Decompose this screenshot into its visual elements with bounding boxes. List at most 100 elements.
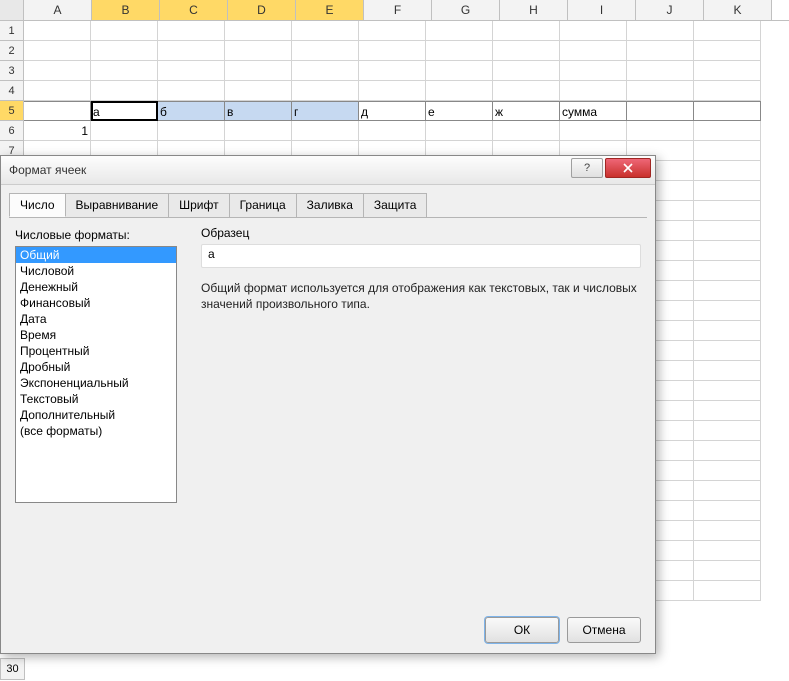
row-header-1[interactable]: 1 bbox=[0, 21, 24, 41]
cell-C5[interactable]: б bbox=[158, 101, 225, 121]
col-header-I[interactable]: I bbox=[568, 0, 636, 20]
cell[interactable] bbox=[694, 161, 761, 181]
cell[interactable] bbox=[426, 61, 493, 81]
cell[interactable] bbox=[694, 301, 761, 321]
cell[interactable] bbox=[24, 61, 91, 81]
cell[interactable] bbox=[292, 121, 359, 141]
cell[interactable] bbox=[560, 21, 627, 41]
col-header-D[interactable]: D bbox=[228, 0, 296, 20]
cell[interactable] bbox=[694, 501, 761, 521]
row-header-2[interactable]: 2 bbox=[0, 41, 24, 61]
cell[interactable] bbox=[694, 41, 761, 61]
cell[interactable] bbox=[359, 41, 426, 61]
cell[interactable] bbox=[359, 61, 426, 81]
cell[interactable] bbox=[627, 121, 694, 141]
cell[interactable] bbox=[225, 81, 292, 101]
list-item[interactable]: Дополнительный bbox=[16, 407, 176, 423]
cell[interactable] bbox=[694, 521, 761, 541]
cell[interactable] bbox=[225, 41, 292, 61]
cell[interactable] bbox=[225, 121, 292, 141]
cell[interactable] bbox=[426, 121, 493, 141]
cell[interactable] bbox=[91, 121, 158, 141]
col-header-J[interactable]: J bbox=[636, 0, 704, 20]
cell[interactable] bbox=[493, 41, 560, 61]
cell[interactable] bbox=[292, 21, 359, 41]
list-item[interactable]: (все форматы) bbox=[16, 423, 176, 439]
cell[interactable] bbox=[158, 21, 225, 41]
cell[interactable] bbox=[560, 41, 627, 61]
cell[interactable] bbox=[694, 81, 761, 101]
cell-A6[interactable]: 1 bbox=[24, 121, 91, 141]
cell[interactable] bbox=[627, 81, 694, 101]
col-header-K[interactable]: K bbox=[704, 0, 772, 20]
cell-B5[interactable]: а bbox=[91, 101, 158, 121]
row-header-30[interactable]: 30 bbox=[0, 658, 25, 680]
cell[interactable] bbox=[560, 81, 627, 101]
list-item[interactable]: Денежный bbox=[16, 279, 176, 295]
tab-number[interactable]: Число bbox=[9, 193, 66, 217]
cell-K5[interactable] bbox=[694, 101, 761, 121]
cell[interactable] bbox=[694, 541, 761, 561]
cell[interactable] bbox=[694, 21, 761, 41]
list-item[interactable]: Дата bbox=[16, 311, 176, 327]
cell[interactable] bbox=[694, 401, 761, 421]
cell-E5[interactable]: г bbox=[292, 101, 359, 121]
cell[interactable] bbox=[91, 41, 158, 61]
cell-G5[interactable]: е bbox=[426, 101, 493, 121]
cell[interactable] bbox=[24, 41, 91, 61]
cell[interactable] bbox=[493, 121, 560, 141]
cell[interactable] bbox=[225, 21, 292, 41]
cell[interactable] bbox=[158, 81, 225, 101]
cell[interactable] bbox=[426, 41, 493, 61]
cell[interactable] bbox=[694, 361, 761, 381]
row-header-5[interactable]: 5 bbox=[0, 101, 24, 121]
cell-F5[interactable]: д bbox=[359, 101, 426, 121]
cell[interactable] bbox=[24, 81, 91, 101]
cell[interactable] bbox=[91, 61, 158, 81]
list-item[interactable]: Время bbox=[16, 327, 176, 343]
list-item[interactable]: Финансовый bbox=[16, 295, 176, 311]
cell[interactable] bbox=[24, 21, 91, 41]
row-header-3[interactable]: 3 bbox=[0, 61, 24, 81]
cell[interactable] bbox=[225, 61, 292, 81]
list-item[interactable]: Общий bbox=[16, 247, 176, 263]
cell[interactable] bbox=[426, 81, 493, 101]
col-header-F[interactable]: F bbox=[364, 0, 432, 20]
cell[interactable] bbox=[694, 241, 761, 261]
list-item[interactable]: Процентный bbox=[16, 343, 176, 359]
cell[interactable] bbox=[694, 141, 761, 161]
cell[interactable] bbox=[694, 201, 761, 221]
cell[interactable] bbox=[359, 21, 426, 41]
cell[interactable] bbox=[694, 381, 761, 401]
select-all-corner[interactable] bbox=[0, 0, 24, 20]
tab-border[interactable]: Граница bbox=[229, 193, 297, 217]
cell[interactable] bbox=[627, 21, 694, 41]
cell[interactable] bbox=[694, 461, 761, 481]
cell[interactable] bbox=[560, 61, 627, 81]
cell[interactable] bbox=[493, 21, 560, 41]
cell[interactable] bbox=[292, 61, 359, 81]
col-header-C[interactable]: C bbox=[160, 0, 228, 20]
number-formats-listbox[interactable]: Общий Числовой Денежный Финансовый Дата … bbox=[15, 246, 177, 503]
list-item[interactable]: Экспоненциальный bbox=[16, 375, 176, 391]
cell[interactable] bbox=[627, 41, 694, 61]
cell-I5[interactable]: сумма bbox=[560, 101, 627, 121]
cell[interactable] bbox=[359, 81, 426, 101]
dialog-titlebar[interactable]: Формат ячеек ? bbox=[1, 156, 655, 185]
cell[interactable] bbox=[359, 121, 426, 141]
tab-font[interactable]: Шрифт bbox=[168, 193, 229, 217]
col-header-A[interactable]: A bbox=[24, 0, 92, 20]
cell[interactable] bbox=[694, 341, 761, 361]
col-header-B[interactable]: B bbox=[92, 0, 160, 20]
cell[interactable] bbox=[694, 121, 761, 141]
cell[interactable] bbox=[426, 21, 493, 41]
cell[interactable] bbox=[91, 21, 158, 41]
help-button[interactable]: ? bbox=[571, 158, 603, 178]
cell-A5[interactable] bbox=[24, 101, 91, 121]
cell[interactable] bbox=[694, 561, 761, 581]
tab-protection[interactable]: Защита bbox=[363, 193, 428, 217]
list-item[interactable]: Дробный bbox=[16, 359, 176, 375]
cancel-button[interactable]: Отмена bbox=[567, 617, 641, 643]
cell[interactable] bbox=[158, 121, 225, 141]
list-item[interactable]: Числовой bbox=[16, 263, 176, 279]
